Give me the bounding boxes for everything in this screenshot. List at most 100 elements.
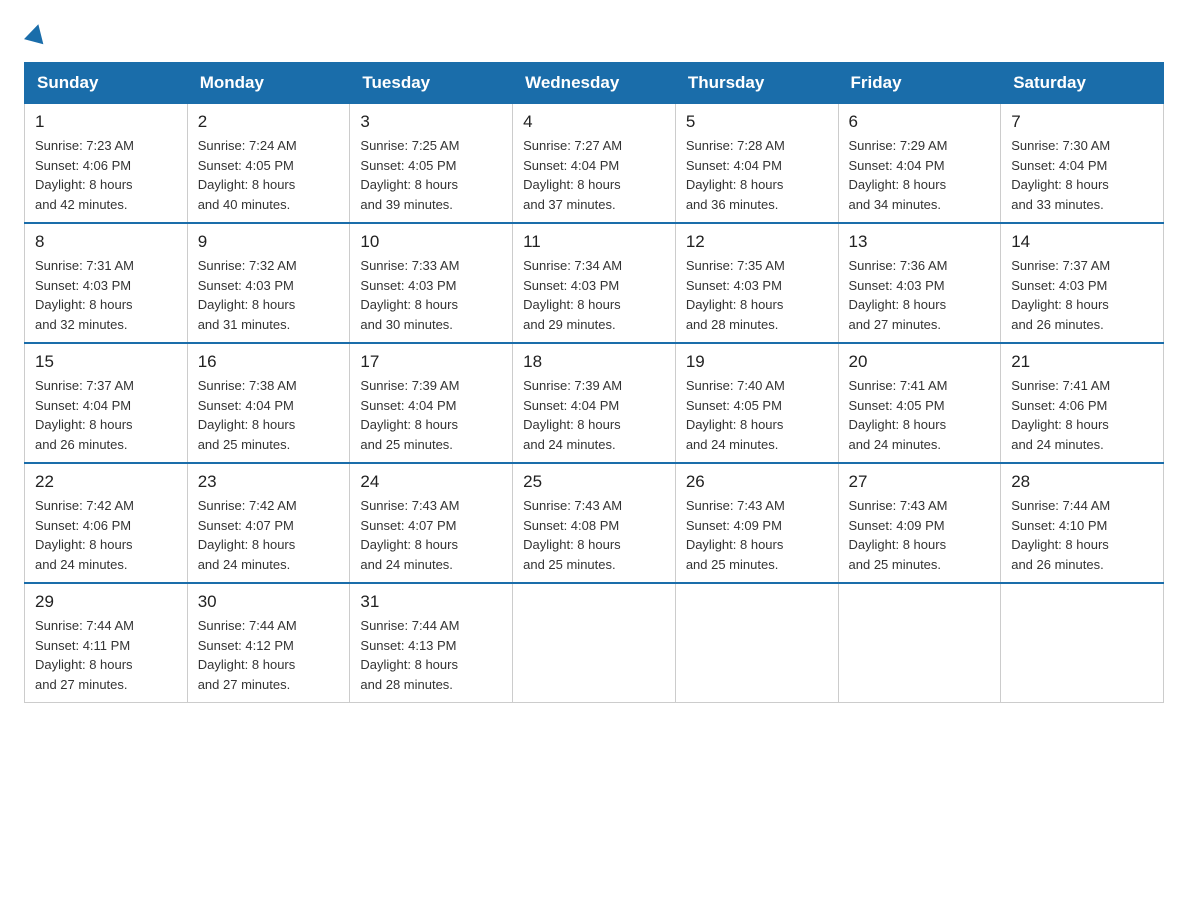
calendar-cell: 9 Sunrise: 7:32 AMSunset: 4:03 PMDayligh… [187,223,350,343]
day-info: Sunrise: 7:44 AMSunset: 4:12 PMDaylight:… [198,618,297,692]
header-monday: Monday [187,63,350,104]
calendar-cell: 21 Sunrise: 7:41 AMSunset: 4:06 PMDaylig… [1001,343,1164,463]
day-info: Sunrise: 7:25 AMSunset: 4:05 PMDaylight:… [360,138,459,212]
calendar-cell: 14 Sunrise: 7:37 AMSunset: 4:03 PMDaylig… [1001,223,1164,343]
calendar-cell: 24 Sunrise: 7:43 AMSunset: 4:07 PMDaylig… [350,463,513,583]
day-info: Sunrise: 7:34 AMSunset: 4:03 PMDaylight:… [523,258,622,332]
day-info: Sunrise: 7:27 AMSunset: 4:04 PMDaylight:… [523,138,622,212]
day-info: Sunrise: 7:33 AMSunset: 4:03 PMDaylight:… [360,258,459,332]
calendar-cell: 19 Sunrise: 7:40 AMSunset: 4:05 PMDaylig… [675,343,838,463]
day-number: 12 [686,232,828,252]
day-info: Sunrise: 7:42 AMSunset: 4:07 PMDaylight:… [198,498,297,572]
day-info: Sunrise: 7:23 AMSunset: 4:06 PMDaylight:… [35,138,134,212]
day-info: Sunrise: 7:37 AMSunset: 4:04 PMDaylight:… [35,378,134,452]
day-info: Sunrise: 7:36 AMSunset: 4:03 PMDaylight:… [849,258,948,332]
header-thursday: Thursday [675,63,838,104]
day-number: 10 [360,232,502,252]
day-info: Sunrise: 7:35 AMSunset: 4:03 PMDaylight:… [686,258,785,332]
calendar-cell: 26 Sunrise: 7:43 AMSunset: 4:09 PMDaylig… [675,463,838,583]
day-number: 14 [1011,232,1153,252]
calendar-cell: 23 Sunrise: 7:42 AMSunset: 4:07 PMDaylig… [187,463,350,583]
day-number: 25 [523,472,665,492]
calendar-cell: 25 Sunrise: 7:43 AMSunset: 4:08 PMDaylig… [513,463,676,583]
calendar-cell [1001,583,1164,703]
day-number: 30 [198,592,340,612]
header-tuesday: Tuesday [350,63,513,104]
calendar-cell [838,583,1001,703]
day-number: 18 [523,352,665,372]
day-number: 15 [35,352,177,372]
day-number: 8 [35,232,177,252]
day-number: 27 [849,472,991,492]
day-number: 5 [686,112,828,132]
header-sunday: Sunday [25,63,188,104]
day-info: Sunrise: 7:40 AMSunset: 4:05 PMDaylight:… [686,378,785,452]
day-info: Sunrise: 7:43 AMSunset: 4:09 PMDaylight:… [849,498,948,572]
calendar-cell: 15 Sunrise: 7:37 AMSunset: 4:04 PMDaylig… [25,343,188,463]
calendar-header-row: SundayMondayTuesdayWednesdayThursdayFrid… [25,63,1164,104]
calendar-cell: 12 Sunrise: 7:35 AMSunset: 4:03 PMDaylig… [675,223,838,343]
calendar-cell: 5 Sunrise: 7:28 AMSunset: 4:04 PMDayligh… [675,104,838,224]
logo-blue-text [24,24,46,44]
day-info: Sunrise: 7:24 AMSunset: 4:05 PMDaylight:… [198,138,297,212]
calendar-cell: 11 Sunrise: 7:34 AMSunset: 4:03 PMDaylig… [513,223,676,343]
day-info: Sunrise: 7:32 AMSunset: 4:03 PMDaylight:… [198,258,297,332]
calendar-cell: 6 Sunrise: 7:29 AMSunset: 4:04 PMDayligh… [838,104,1001,224]
day-info: Sunrise: 7:38 AMSunset: 4:04 PMDaylight:… [198,378,297,452]
calendar-cell [513,583,676,703]
logo [24,24,46,44]
calendar-cell: 28 Sunrise: 7:44 AMSunset: 4:10 PMDaylig… [1001,463,1164,583]
day-info: Sunrise: 7:43 AMSunset: 4:08 PMDaylight:… [523,498,622,572]
calendar-cell: 22 Sunrise: 7:42 AMSunset: 4:06 PMDaylig… [25,463,188,583]
day-info: Sunrise: 7:30 AMSunset: 4:04 PMDaylight:… [1011,138,1110,212]
calendar-cell: 10 Sunrise: 7:33 AMSunset: 4:03 PMDaylig… [350,223,513,343]
day-number: 4 [523,112,665,132]
day-info: Sunrise: 7:29 AMSunset: 4:04 PMDaylight:… [849,138,948,212]
calendar-table: SundayMondayTuesdayWednesdayThursdayFrid… [24,62,1164,703]
day-info: Sunrise: 7:39 AMSunset: 4:04 PMDaylight:… [523,378,622,452]
calendar-cell: 13 Sunrise: 7:36 AMSunset: 4:03 PMDaylig… [838,223,1001,343]
calendar-week-row: 8 Sunrise: 7:31 AMSunset: 4:03 PMDayligh… [25,223,1164,343]
calendar-cell: 20 Sunrise: 7:41 AMSunset: 4:05 PMDaylig… [838,343,1001,463]
day-info: Sunrise: 7:44 AMSunset: 4:10 PMDaylight:… [1011,498,1110,572]
calendar-cell: 2 Sunrise: 7:24 AMSunset: 4:05 PMDayligh… [187,104,350,224]
day-info: Sunrise: 7:31 AMSunset: 4:03 PMDaylight:… [35,258,134,332]
day-number: 6 [849,112,991,132]
day-info: Sunrise: 7:42 AMSunset: 4:06 PMDaylight:… [35,498,134,572]
page-header [24,24,1164,44]
day-number: 3 [360,112,502,132]
day-info: Sunrise: 7:43 AMSunset: 4:09 PMDaylight:… [686,498,785,572]
day-number: 24 [360,472,502,492]
day-info: Sunrise: 7:39 AMSunset: 4:04 PMDaylight:… [360,378,459,452]
header-friday: Friday [838,63,1001,104]
header-wednesday: Wednesday [513,63,676,104]
day-number: 22 [35,472,177,492]
day-number: 1 [35,112,177,132]
calendar-cell: 1 Sunrise: 7:23 AMSunset: 4:06 PMDayligh… [25,104,188,224]
calendar-cell: 7 Sunrise: 7:30 AMSunset: 4:04 PMDayligh… [1001,104,1164,224]
day-info: Sunrise: 7:44 AMSunset: 4:11 PMDaylight:… [35,618,134,692]
calendar-cell: 16 Sunrise: 7:38 AMSunset: 4:04 PMDaylig… [187,343,350,463]
day-number: 21 [1011,352,1153,372]
day-number: 17 [360,352,502,372]
calendar-week-row: 29 Sunrise: 7:44 AMSunset: 4:11 PMDaylig… [25,583,1164,703]
day-number: 9 [198,232,340,252]
day-number: 28 [1011,472,1153,492]
day-number: 11 [523,232,665,252]
day-number: 26 [686,472,828,492]
day-number: 20 [849,352,991,372]
day-number: 7 [1011,112,1153,132]
day-number: 19 [686,352,828,372]
calendar-week-row: 1 Sunrise: 7:23 AMSunset: 4:06 PMDayligh… [25,104,1164,224]
day-info: Sunrise: 7:43 AMSunset: 4:07 PMDaylight:… [360,498,459,572]
header-saturday: Saturday [1001,63,1164,104]
calendar-cell: 4 Sunrise: 7:27 AMSunset: 4:04 PMDayligh… [513,104,676,224]
day-number: 29 [35,592,177,612]
day-info: Sunrise: 7:41 AMSunset: 4:06 PMDaylight:… [1011,378,1110,452]
calendar-cell: 3 Sunrise: 7:25 AMSunset: 4:05 PMDayligh… [350,104,513,224]
calendar-cell: 29 Sunrise: 7:44 AMSunset: 4:11 PMDaylig… [25,583,188,703]
calendar-week-row: 15 Sunrise: 7:37 AMSunset: 4:04 PMDaylig… [25,343,1164,463]
day-info: Sunrise: 7:28 AMSunset: 4:04 PMDaylight:… [686,138,785,212]
logo-triangle-icon [24,22,48,45]
calendar-cell: 31 Sunrise: 7:44 AMSunset: 4:13 PMDaylig… [350,583,513,703]
